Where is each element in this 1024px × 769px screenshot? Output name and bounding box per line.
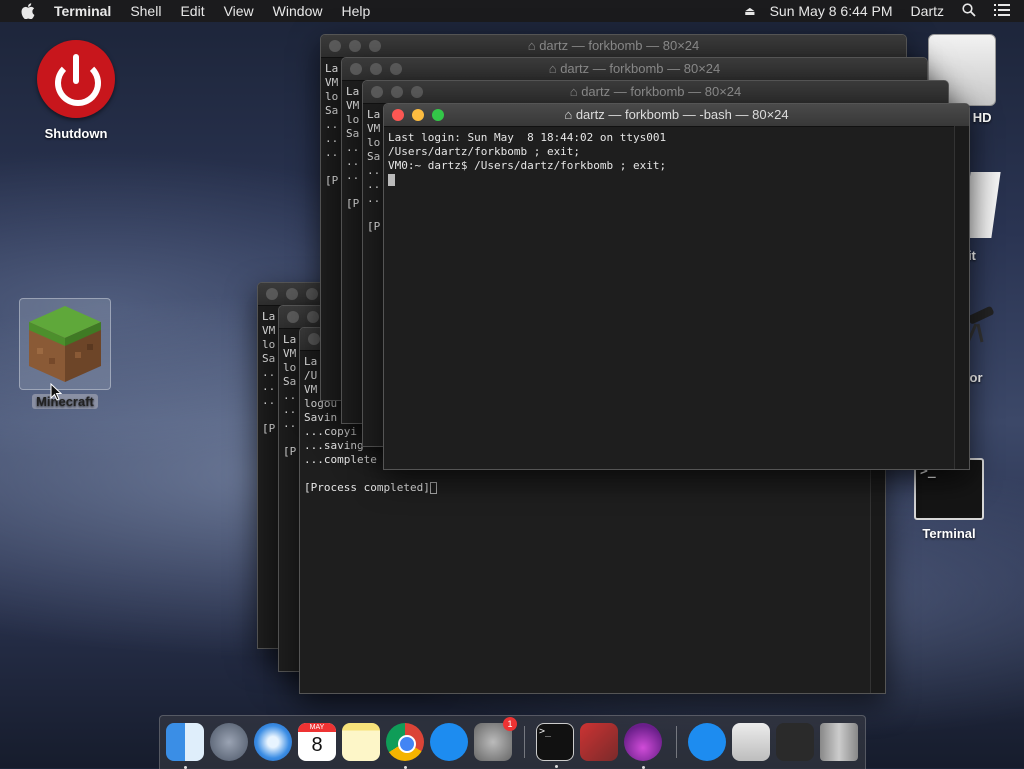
spotlight-icon[interactable] [962, 2, 976, 20]
calendar-month: MAY [298, 723, 336, 732]
process-completed-text: [Process completed] [304, 481, 430, 494]
desktop-shutdown[interactable]: Shutdown [30, 40, 122, 141]
menu-shell[interactable]: Shell [130, 3, 161, 19]
zoom-icon[interactable] [306, 288, 318, 300]
safari-icon[interactable] [254, 723, 292, 761]
menu-edit[interactable]: Edit [180, 3, 204, 19]
folder-icon: ⌂ [527, 38, 540, 53]
notes-icon[interactable] [342, 723, 380, 761]
menu-user[interactable]: Dartz [911, 3, 944, 19]
close-icon[interactable] [329, 40, 341, 52]
notification-badge: 1 [503, 717, 517, 731]
notification-center-icon[interactable] [994, 3, 1010, 19]
system-preferences-icon[interactable]: 1 [474, 717, 517, 761]
mouse-pointer-icon [50, 383, 62, 401]
terminal-dock-icon[interactable]: >_ [536, 723, 574, 768]
minimize-icon[interactable] [370, 63, 382, 75]
minimize-icon[interactable] [307, 311, 319, 323]
desktop-minecraft-label: Minecraft [32, 394, 98, 409]
photo-booth-icon[interactable] [580, 723, 618, 761]
close-icon[interactable] [392, 109, 404, 121]
close-icon[interactable] [350, 63, 362, 75]
menu-app-terminal[interactable]: Terminal [54, 3, 111, 19]
close-icon[interactable] [266, 288, 278, 300]
terminal-cursor [388, 174, 395, 186]
dock-separator [524, 726, 525, 758]
desktop-shutdown-label: Shutdown [44, 126, 108, 141]
window-title: dartz — forkbomb — 80×24 [560, 61, 721, 76]
terminal-dock-prompt: >_ [539, 726, 552, 737]
minimize-icon[interactable] [286, 288, 298, 300]
zoom-icon[interactable] [432, 109, 444, 121]
installer-icon[interactable] [624, 723, 662, 769]
app-store-download-icon[interactable] [688, 723, 726, 761]
zoom-icon[interactable] [411, 86, 423, 98]
zoom-icon[interactable] [369, 40, 381, 52]
desktop-terminal-label: Terminal [922, 526, 976, 541]
close-icon[interactable] [287, 311, 299, 323]
apple-icon[interactable] [20, 3, 36, 19]
calendar-icon[interactable]: MAY 8 [298, 723, 336, 761]
close-icon[interactable] [371, 86, 383, 98]
desktop-terminal[interactable]: >_ Terminal [906, 458, 992, 541]
window-title: dartz — forkbomb — 80×24 [581, 84, 742, 99]
dock-separator [676, 726, 677, 758]
desktop-minecraft[interactable]: Minecraft [19, 298, 111, 409]
downloads-icon[interactable] [776, 723, 814, 761]
folder-icon: ⌂ [564, 107, 576, 122]
window-titlebar[interactable]: ⌂ dartz — forkbomb — 80×24 [342, 58, 927, 81]
zoom-icon[interactable] [390, 63, 402, 75]
close-icon[interactable] [308, 333, 320, 345]
terminal-line: Last login: Sun May 8 18:44:02 on ttys00… [388, 131, 667, 144]
dock: MAY 8 1 >_ [159, 715, 866, 769]
chrome-icon[interactable] [386, 723, 424, 769]
calendar-day: 8 [311, 734, 323, 756]
minecraft-icon [19, 298, 111, 390]
folder-icon: ⌂ [548, 61, 561, 76]
app-store-icon[interactable] [430, 723, 468, 761]
terminal-window-active[interactable]: ⌂ dartz — forkbomb — -bash — 80×24 Last … [383, 103, 970, 470]
documents-folder-icon[interactable] [732, 723, 770, 761]
menu-window[interactable]: Window [273, 3, 323, 19]
window-title: dartz — forkbomb — 80×24 [539, 38, 700, 53]
finder-icon[interactable] [166, 723, 204, 769]
scrollbar[interactable] [954, 126, 969, 469]
terminal-line: /Users/dartz/forkbomb ; exit; [388, 145, 581, 158]
window-title: dartz — forkbomb — -bash — 80×24 [575, 107, 789, 122]
menu-view[interactable]: View [224, 3, 254, 19]
launchpad-icon[interactable] [210, 723, 248, 761]
window-titlebar[interactable]: ⌂ dartz — forkbomb — 80×24 [321, 35, 906, 58]
minimize-icon[interactable] [349, 40, 361, 52]
minimize-icon[interactable] [412, 109, 424, 121]
window-titlebar[interactable]: ⌂ dartz — forkbomb — 80×24 [363, 81, 948, 104]
minimize-icon[interactable] [391, 86, 403, 98]
trash-icon[interactable] [820, 723, 858, 761]
window-titlebar[interactable]: ⌂ dartz — forkbomb — -bash — 80×24 [384, 104, 969, 127]
power-icon [37, 40, 115, 118]
folder-icon: ⌂ [569, 84, 582, 99]
menu-help[interactable]: Help [341, 3, 370, 19]
terminal-cursor [429, 482, 437, 494]
menu-extras: ⏏ Sun May 8 6:44 PM Dartz [744, 0, 1024, 22]
menu-clock[interactable]: Sun May 8 6:44 PM [770, 3, 893, 19]
terminal-output[interactable]: Last login: Sun May 8 18:44:02 on ttys00… [384, 127, 969, 191]
terminal-line: VM0:~ dartz$ /Users/dartz/forkbomb ; exi… [388, 159, 667, 172]
menu-bar: Terminal Shell Edit View Window Help ⏏ S… [0, 0, 1024, 22]
eject-icon[interactable]: ⏏ [744, 4, 755, 18]
